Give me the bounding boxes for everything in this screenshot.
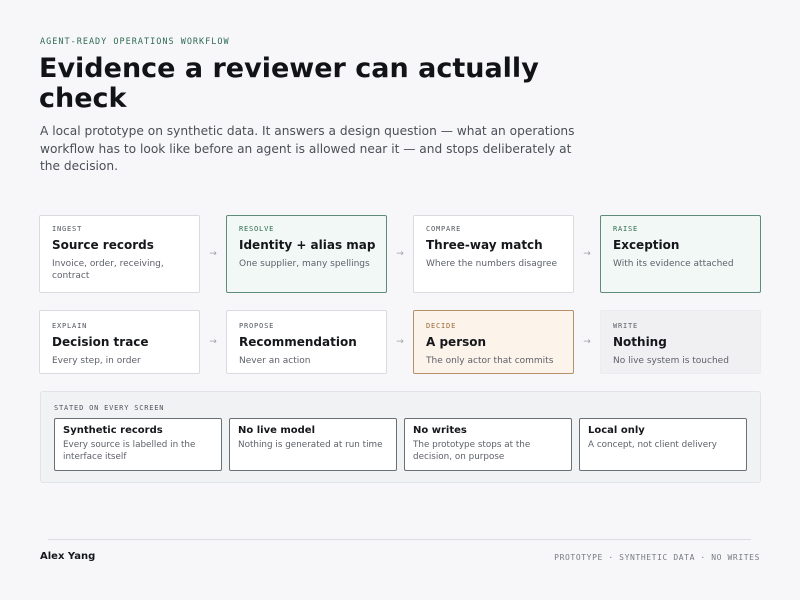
- footer-tagline: PROTOTYPE · SYNTHETIC DATA · NO WRITES: [554, 553, 760, 562]
- arrow-right-icon: →: [583, 337, 591, 347]
- step-label: WRITE: [613, 322, 639, 330]
- step-subtitle: Never an action: [239, 356, 311, 366]
- stated-on-every-screen-panel: STATED ON EVERY SCREEN Synthetic records…: [40, 391, 761, 483]
- item-title: No writes: [413, 425, 467, 436]
- item-title: No live model: [238, 425, 316, 436]
- step-card-propose: PROPOSE Recommendation Never an action: [226, 310, 387, 374]
- step-subtitle: The only actor that commits: [426, 356, 554, 366]
- step-card-write: WRITE Nothing No live system is touched: [600, 310, 761, 374]
- step-label: RAISE: [613, 225, 639, 233]
- workflow-row-1: INGEST Source records Invoice, order, re…: [39, 215, 761, 293]
- stated-item-no-live-model: No live model Nothing is generated at ru…: [229, 418, 397, 471]
- arrow-right-icon: →: [209, 337, 217, 347]
- step-title: Three-way match: [426, 238, 543, 252]
- step-title: A person: [426, 335, 487, 349]
- step-label: EXPLAIN: [52, 322, 88, 330]
- step-title: Exception: [613, 238, 680, 252]
- stated-item-local-only: Local only A concept, not client deliver…: [579, 418, 747, 471]
- intro-paragraph: A local prototype on synthetic data. It …: [40, 124, 575, 173]
- step-card-compare: COMPARE Three-way match Where the number…: [413, 215, 574, 293]
- item-description: A concept, not client delivery: [588, 440, 717, 450]
- step-title: Decision trace: [52, 335, 149, 349]
- step-card-raise: RAISE Exception With its evidence attach…: [600, 215, 761, 293]
- step-title: Recommendation: [239, 335, 357, 349]
- arrow-right-icon: →: [209, 249, 217, 259]
- step-subtitle: Every step, in order: [52, 356, 141, 366]
- item-description: The prototype stops at the decision, on …: [413, 440, 531, 462]
- step-title: Source records: [52, 238, 154, 252]
- step-subtitle: With its evidence attached: [613, 259, 734, 269]
- footer-divider: [48, 539, 751, 540]
- item-title: Local only: [588, 425, 645, 436]
- step-card-decide: DECIDE A person The only actor that comm…: [413, 310, 574, 374]
- step-label: RESOLVE: [239, 225, 275, 233]
- step-card-resolve: RESOLVE Identity + alias map One supplie…: [226, 215, 387, 293]
- step-subtitle: No live system is touched: [613, 356, 729, 366]
- arrow-right-icon: →: [396, 249, 404, 259]
- step-subtitle: Invoice, order, receiving, contract: [52, 259, 164, 281]
- eyebrow-label: AGENT-READY OPERATIONS WORKFLOW: [40, 37, 230, 47]
- step-label: DECIDE: [426, 322, 457, 330]
- panel-label: STATED ON EVERY SCREEN: [54, 404, 165, 412]
- step-card-ingest: INGEST Source records Invoice, order, re…: [39, 215, 200, 293]
- step-label: COMPARE: [426, 225, 462, 233]
- step-title: Nothing: [613, 335, 667, 349]
- page-title: Evidence a reviewer can actually check: [39, 53, 539, 114]
- arrow-right-icon: →: [396, 337, 404, 347]
- workflow-row-2: EXPLAIN Decision trace Every step, in or…: [39, 310, 761, 374]
- author-name: Alex Yang: [40, 551, 96, 562]
- step-label: PROPOSE: [239, 322, 275, 330]
- stated-item-synthetic-records: Synthetic records Every source is labell…: [54, 418, 222, 471]
- step-card-explain: EXPLAIN Decision trace Every step, in or…: [39, 310, 200, 374]
- step-label: INGEST: [52, 225, 83, 233]
- step-subtitle: Where the numbers disagree: [426, 259, 558, 269]
- item-description: Nothing is generated at run time: [238, 440, 383, 450]
- stated-item-no-writes: No writes The prototype stops at the dec…: [404, 418, 572, 471]
- step-subtitle: One supplier, many spellings: [239, 259, 370, 269]
- stated-items: Synthetic records Every source is labell…: [54, 418, 747, 471]
- item-description: Every source is labelled in the interfac…: [63, 440, 196, 462]
- arrow-right-icon: →: [583, 249, 591, 259]
- item-title: Synthetic records: [63, 425, 163, 436]
- step-title: Identity + alias map: [239, 238, 376, 252]
